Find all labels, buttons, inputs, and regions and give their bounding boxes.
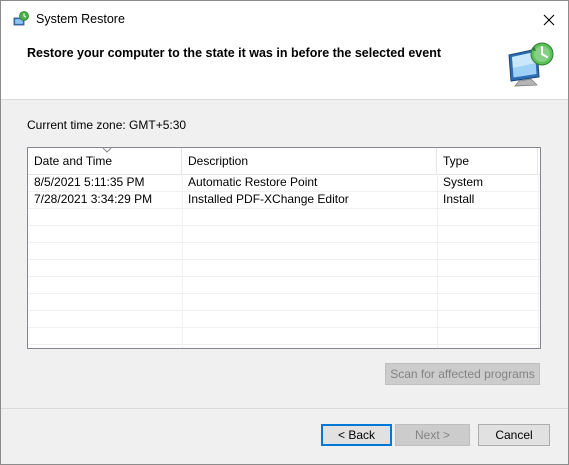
header-instruction: Restore your computer to the state it wa… [27, 46, 441, 60]
cell-description: Automatic Restore Point [188, 175, 318, 189]
grid-line [28, 208, 540, 209]
system-restore-monitor-icon [507, 41, 555, 87]
system-restore-icon [13, 11, 29, 27]
column-header-label: Type [443, 154, 470, 168]
scan-affected-programs-button[interactable]: Scan for affected programs [385, 363, 540, 385]
table-row[interactable]: 7/28/2021 3:34:29 PM Installed PDF-XChan… [28, 191, 540, 208]
back-button[interactable]: < Back [321, 424, 392, 446]
timezone-label: Current time zone: GMT+5:30 [27, 118, 187, 132]
grid-line [28, 259, 540, 260]
grid-line [28, 327, 540, 328]
cancel-button[interactable]: Cancel [478, 424, 550, 446]
grid-line [28, 225, 540, 226]
list-header: Date and Time Description Type [28, 148, 540, 175]
column-header-label: Date and Time [34, 154, 113, 168]
grid-line [28, 344, 540, 345]
wizard-header: Restore your computer to the state it wa… [1, 37, 568, 100]
cell-type: System [443, 175, 484, 189]
title-bar: System Restore [1, 1, 568, 37]
cell-type: Install [443, 192, 475, 206]
restore-points-list[interactable]: Date and Time Description Type 8/5/2021 … [27, 147, 541, 349]
grid-line [28, 310, 540, 311]
cell-date: 7/28/2021 3:34:29 PM [34, 192, 153, 206]
system-restore-window: System Restore Restore your computer to … [0, 0, 569, 465]
table-row[interactable]: 8/5/2021 5:11:35 PM Automatic Restore Po… [28, 174, 540, 191]
window-title: System Restore [36, 12, 125, 26]
close-button[interactable] [536, 7, 562, 33]
grid-line [28, 276, 540, 277]
grid-line [28, 242, 540, 243]
footer-divider [1, 408, 568, 409]
column-header-label: Description [188, 154, 249, 168]
next-button[interactable]: Next > [395, 424, 470, 446]
column-header-date[interactable]: Date and Time [28, 148, 182, 174]
grid-line [28, 293, 540, 294]
column-header-type[interactable]: Type [437, 148, 538, 174]
column-header-description[interactable]: Description [182, 148, 437, 174]
cell-description: Installed PDF-XChange Editor [188, 192, 349, 206]
cell-date: 8/5/2021 5:11:35 PM [34, 175, 145, 189]
close-icon [543, 14, 555, 26]
sort-descending-icon [102, 148, 112, 153]
